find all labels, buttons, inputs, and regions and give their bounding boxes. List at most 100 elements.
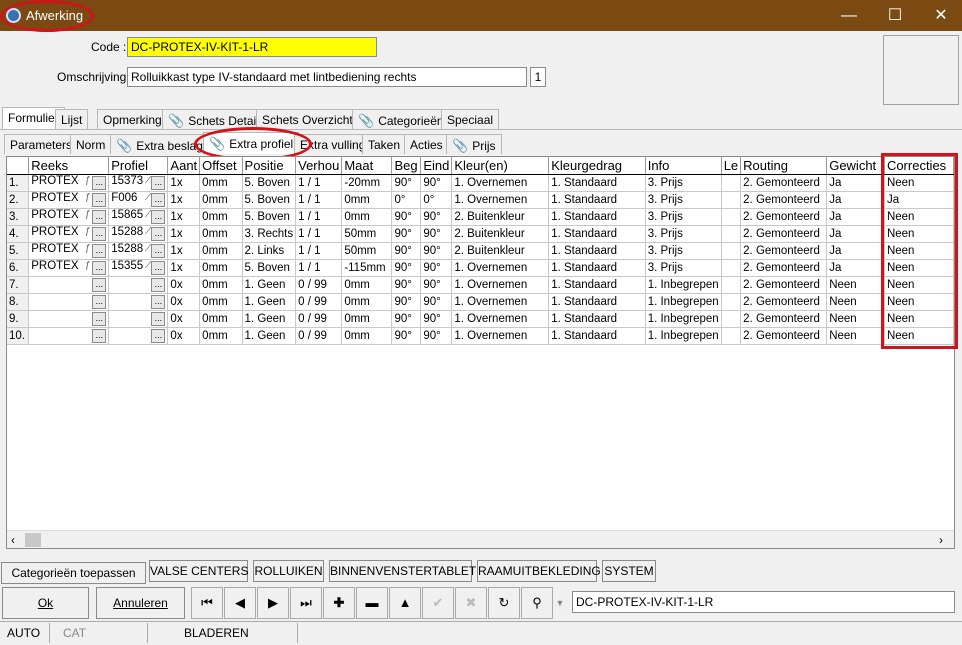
table-cell[interactable]: ... [108, 327, 169, 345]
table-cell[interactable]: 0mm [199, 191, 243, 209]
table-cell[interactable]: 0x [167, 293, 201, 311]
table-cell[interactable]: 0mm [199, 276, 243, 294]
table-cell[interactable]: 5. Boven [242, 191, 297, 209]
table-cell[interactable]: ... [108, 276, 169, 294]
column-header[interactable]: Routing [740, 157, 828, 175]
tab-schets-detail[interactable]: 📎 Schets Detail [162, 109, 265, 129]
table-cell[interactable]: 0mm [341, 293, 393, 311]
table-cell[interactable]: 1. Overnemen [451, 174, 550, 192]
table-cell[interactable]: 0 / 99 [295, 293, 343, 311]
table-cell[interactable]: ... ƒ PROTEX [28, 174, 110, 192]
table-cell[interactable]: Ja [826, 242, 885, 260]
tab-opmerking[interactable]: Opmerking [97, 109, 168, 129]
maximize-button[interactable]: ☐ [872, 0, 918, 31]
table-cell[interactable]: ... [28, 310, 110, 328]
table-cell[interactable]: 90° [391, 327, 422, 345]
table-cell[interactable]: 1. Standaard [548, 242, 646, 260]
column-header[interactable]: Kleurgedrag [548, 157, 646, 175]
lookup-button[interactable]: ... [151, 244, 166, 258]
table-cell[interactable]: 1. Standaard [548, 174, 646, 192]
table-cell[interactable] [721, 327, 742, 345]
table-cell[interactable]: 1x [167, 225, 201, 243]
table-row[interactable]: 2.... ƒ PROTEX... ⁄ F006 1x 0mm 5. Boven 1 / 1 0m… [7, 191, 954, 209]
table-cell[interactable]: 1x [167, 174, 201, 192]
table-cell[interactable]: 1 / 1 [295, 225, 343, 243]
table-cell[interactable]: 1 / 1 [295, 174, 343, 192]
table-cell[interactable]: 0 / 99 [295, 327, 343, 345]
table-cell[interactable]: 3. Prijs [645, 242, 722, 260]
scroll-thumb[interactable] [25, 533, 41, 547]
description-field[interactable]: Rolluikkast type IV-standaard met lintbe… [127, 67, 527, 87]
table-cell[interactable]: 0mm [199, 174, 243, 192]
table-cell[interactable]: 2. Gemonteerd [740, 310, 828, 328]
table-cell[interactable]: Ja [826, 208, 885, 226]
table-cell[interactable]: 1. Inbegrepen [645, 310, 722, 328]
column-header[interactable]: Verhou [295, 157, 343, 175]
ok-button[interactable]: Ok [2, 587, 89, 619]
table-cell[interactable]: 0 / 99 [295, 310, 343, 328]
table-cell[interactable]: 1. Standaard [548, 293, 646, 311]
table-cell[interactable]: 90° [391, 293, 422, 311]
table-cell[interactable]: 90° [391, 225, 422, 243]
next-record-icon[interactable]: ▶ [257, 587, 289, 619]
table-cell[interactable]: 0mm [341, 208, 393, 226]
column-header[interactable]: Gewicht [826, 157, 885, 175]
add-icon[interactable]: ✚ [323, 587, 355, 619]
table-cell[interactable]: 0 / 99 [295, 276, 343, 294]
table-cell[interactable]: ... ƒ PROTEX [28, 242, 110, 260]
subtab-taken[interactable]: Taken [362, 134, 407, 154]
table-cell[interactable]: 1. Geen [242, 327, 297, 345]
horizontal-scrollbar[interactable]: ‹ › [7, 530, 954, 548]
table-cell[interactable]: 1x [167, 191, 201, 209]
table-cell[interactable]: 0mm [199, 293, 243, 311]
tab-lijst[interactable]: Lijst [55, 109, 89, 129]
first-record-icon[interactable]: ⏮ [191, 587, 223, 619]
raamuitbekleding-button[interactable]: RAAMUITBEKLEDING [477, 560, 601, 582]
table-cell[interactable]: Neen [826, 327, 885, 345]
table-row[interactable]: 6.... ƒ PROTEX... ⁄ 15355 1x 0mm 5. Boven 1 / 1-… [7, 259, 954, 277]
subtab-norm[interactable]: Norm [70, 134, 112, 154]
lookup-button[interactable]: ... [92, 261, 107, 275]
table-cell[interactable]: 90° [391, 310, 422, 328]
column-header[interactable]: Offset [199, 157, 243, 175]
table-cell[interactable]: 1. Overnemen [451, 259, 550, 277]
table-cell[interactable]: 2. Gemonteerd [740, 293, 828, 311]
table-cell[interactable]: Ja [826, 225, 885, 243]
column-header[interactable]: Beg [391, 157, 422, 175]
table-cell[interactable]: 0mm [341, 310, 393, 328]
table-cell[interactable]: 2. Gemonteerd [740, 242, 828, 260]
table-cell[interactable]: 1 / 1 [295, 259, 343, 277]
table-cell[interactable]: ... [108, 310, 169, 328]
column-header[interactable]: Kleur(en) [451, 157, 550, 175]
table-cell[interactable]: Neen [826, 310, 885, 328]
cancel-button[interactable]: Annuleren [96, 587, 185, 619]
lookup-button[interactable]: ... [92, 329, 107, 343]
table-cell[interactable]: 90° [391, 259, 422, 277]
table-cell[interactable]: 2. Buitenkleur [451, 225, 550, 243]
table-cell[interactable]: 3. Prijs [645, 225, 722, 243]
column-header[interactable]: Info [645, 157, 722, 175]
table-cell[interactable]: ... [108, 293, 169, 311]
table-cell[interactable]: 1. Geen [242, 293, 297, 311]
search-dropdown-icon[interactable]: ▼ [554, 587, 566, 619]
table-cell[interactable]: -20mm [341, 174, 393, 192]
table-cell[interactable]: 1. Standaard [548, 276, 646, 294]
table-cell[interactable]: 0x [167, 276, 201, 294]
subtab-acties[interactable]: Acties [404, 134, 449, 154]
table-cell[interactable]: ... ⁄ F006 [108, 191, 169, 209]
scroll-right-icon[interactable]: › [939, 533, 943, 547]
lookup-button[interactable]: ... [151, 295, 166, 309]
table-cell[interactable]: 1. Overnemen [451, 310, 550, 328]
lookup-button[interactable]: ... [92, 210, 107, 224]
table-cell[interactable] [721, 174, 742, 192]
table-cell[interactable]: ... ƒ PROTEX [28, 208, 110, 226]
table-cell[interactable]: -115mm [341, 259, 393, 277]
table-cell[interactable]: 2. Gemonteerd [740, 191, 828, 209]
table-cell[interactable]: 3. Prijs [645, 208, 722, 226]
lookup-button[interactable]: ... [151, 278, 166, 292]
table-cell[interactable]: 1. Geen [242, 310, 297, 328]
table-cell[interactable]: 90° [420, 293, 453, 311]
table-cell[interactable]: ... ƒ PROTEX [28, 259, 110, 277]
table-cell[interactable]: ... ƒ PROTEX [28, 191, 110, 209]
table-cell[interactable]: 1. Overnemen [451, 327, 550, 345]
